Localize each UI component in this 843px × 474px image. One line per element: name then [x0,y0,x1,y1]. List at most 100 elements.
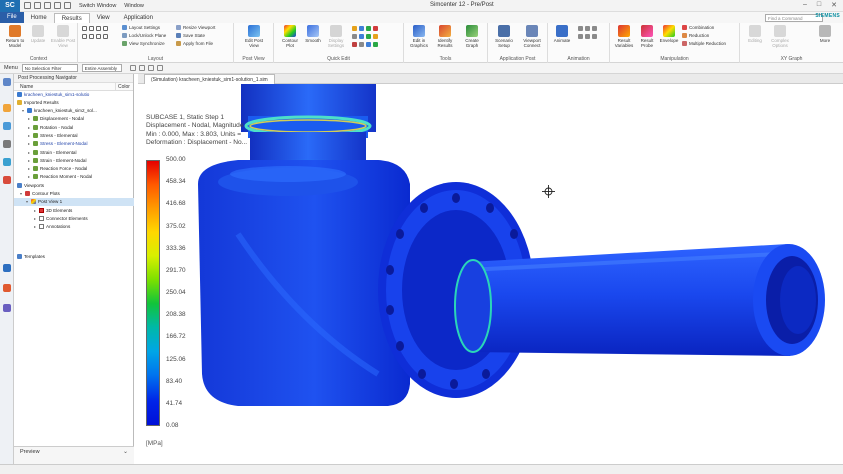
chevron-down-icon[interactable]: ⌄ [123,447,128,457]
process-studio-icon[interactable] [3,284,11,292]
legend-value: 0.08 [166,422,179,429]
column-header-color[interactable]: Color [115,83,133,90]
quick-edit-icons-row-3[interactable] [352,42,380,48]
tree-item-result[interactable]: ▸ Stress - Element-Nodal [14,140,134,148]
graphics-viewport[interactable]: SUBCASE 1, Static Step 1 Displacement - … [138,84,843,464]
envelope-button[interactable]: Envelope [658,25,680,43]
elbow-top-sheen [230,166,346,182]
contour-plot-button[interactable]: Contour Plot [278,25,302,48]
snap-tool-icon[interactable] [147,65,154,71]
lock-unlock-plane-button[interactable]: Lock/Unlock Plane [122,33,166,39]
edit-in-graphics-button[interactable]: Edit in Graphics [406,25,432,48]
tab-file[interactable]: File [0,12,24,23]
graphics-tab[interactable]: (Simulation) kracheen_kniestuk_sim1-solu… [144,74,275,84]
reduction-button[interactable]: Reduction [682,33,709,39]
identify-results-button[interactable]: Identify Results [432,25,458,48]
quick-edit-icons-row-2[interactable] [352,34,380,40]
smooth-button[interactable]: Smooth [302,25,324,43]
selection-filter-dropdown[interactable]: No Selection Filter [21,64,78,72]
edit-post-view-button[interactable]: Edit Post View [243,25,265,48]
legend-value: 458.34 [166,178,186,186]
tree-item-result[interactable]: ▸ Reaction Moment - Nodal [14,173,134,181]
visibility-checkbox[interactable] [39,223,44,229]
display-settings-button[interactable]: Display Settings [324,25,348,48]
edit-in-graphics-icon [413,25,425,37]
tree-item-post-view[interactable]: ▾ Post View 1 [14,198,134,207]
create-graph-button[interactable]: Create Graph [459,25,485,48]
viewport-grid-icons[interactable] [82,26,110,32]
view-synchronize-button[interactable]: View Synchronize [122,41,165,47]
preview-panel-header[interactable]: Preview ⌄ [14,446,134,464]
apply-from-file-button[interactable]: Apply from File [176,41,213,47]
quick-edit-icons-row-1[interactable] [352,26,380,32]
update-button[interactable]: Update [28,25,48,43]
pick-tool-icon[interactable] [156,65,163,71]
pipe-bore-inner [780,266,816,334]
copy-icon[interactable] [64,2,71,9]
app-logo[interactable]: SC [0,0,20,12]
animate-icon [556,25,568,37]
web-browser-icon[interactable] [3,158,11,166]
create-graph-icon [466,25,478,37]
tab-view[interactable]: View [90,13,117,23]
cut-icon[interactable] [54,2,61,9]
enable-post-view-button[interactable]: Enable Post View [50,25,76,48]
tab-application[interactable]: Application [117,13,160,23]
column-header-name[interactable]: Name [14,83,115,90]
return-to-model-button[interactable]: Return to Model [2,25,28,48]
result-probe-icon [641,25,653,37]
tree-item-templates[interactable]: Templates [14,253,134,261]
save-icon[interactable] [24,2,31,9]
combination-button[interactable]: Combination [682,25,714,31]
result-variables-button[interactable]: Result Variables [612,25,636,48]
ribbon-tabs: File Home Results View Application Find … [0,12,843,23]
tab-home[interactable]: Home [24,13,54,23]
minimize-icon[interactable]: – [803,1,807,9]
legend-value: 416.68 [166,200,186,208]
tree-item-result[interactable]: ▸ Displacement - Nodal [14,115,134,123]
complex-options-button[interactable]: Complex Options [768,25,792,48]
viewport-grid-icons-2[interactable] [82,34,110,40]
templates-icon [17,253,22,259]
window-title: Simcenter 12 - Pre/Post [430,2,494,8]
visibility-checkbox[interactable] [39,215,44,221]
resource-bar-menu-icon[interactable] [3,78,11,86]
select-tool-icon[interactable] [129,65,136,71]
save-state-button[interactable]: Save State [176,33,205,39]
result-probe-button[interactable]: Result Probe [636,25,658,48]
more-button[interactable]: More [814,25,836,43]
resize-viewport-button[interactable]: Resize Viewport [176,25,215,31]
tree-item-annotations[interactable]: ▸ Annotations [14,223,134,231]
animation-controls-row-1[interactable] [578,26,599,32]
history-icon[interactable] [3,140,11,148]
animation-controls-row-2[interactable] [578,34,599,40]
post-navigator-icon[interactable] [3,122,11,130]
editing-button[interactable]: Editing [744,25,766,43]
filter-tool-icon[interactable] [138,65,145,71]
scenario-setup-button[interactable]: Scenario Setup [490,25,518,48]
legend-value: 125.06 [166,355,186,363]
animate-button[interactable]: Animate [550,25,574,43]
switch-window-button[interactable]: Switch Window [79,3,116,9]
multiple-reduction-button[interactable]: Multiple Reduction [682,41,726,47]
undo-icon[interactable] [34,2,41,9]
command-search-input[interactable]: Find a Command [765,14,823,22]
ribbon-group-application-post: Scenario Setup Viewport Connect Applicat… [488,23,548,63]
viewport-connect-button[interactable]: Viewport Connect [518,25,546,48]
maximize-icon[interactable]: □ [817,1,821,9]
roles-icon[interactable] [3,176,11,184]
selection-scope-dropdown[interactable]: Entire Assembly [81,64,122,72]
solution-icon [17,91,22,97]
legend-value: 41.74 [166,399,182,407]
tab-results[interactable]: Results [53,13,90,23]
sim-navigator-icon[interactable] [3,104,11,112]
window-menu[interactable]: Window [124,3,144,9]
simcenter-window: SC Switch Window Window Simcenter 12 - P… [0,0,843,474]
redo-icon[interactable] [44,2,51,9]
layout-settings-button[interactable]: Layout Settings [122,25,160,31]
palette-icon[interactable] [3,264,11,272]
close-icon[interactable]: ✕ [831,1,837,9]
reuse-library-icon[interactable] [3,304,11,312]
visibility-checkbox[interactable] [39,207,44,213]
menu-button[interactable]: Menu [4,65,18,71]
